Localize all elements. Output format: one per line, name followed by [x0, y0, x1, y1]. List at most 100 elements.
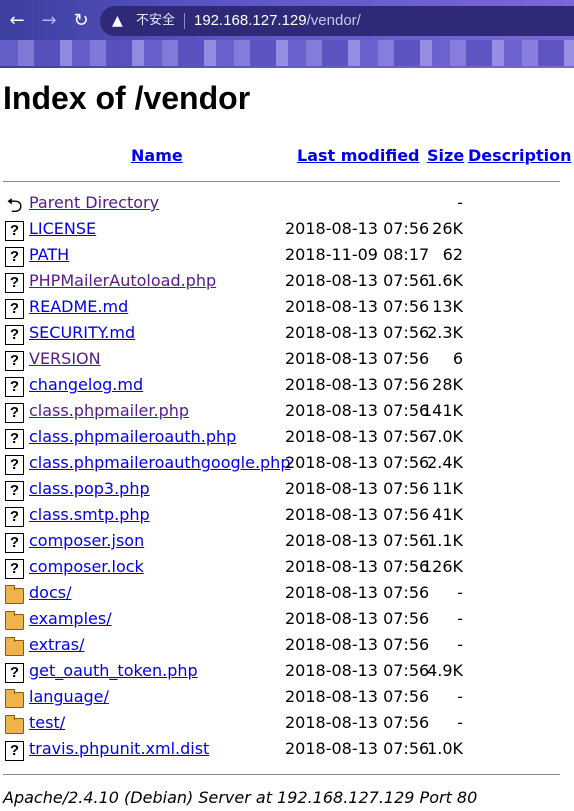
table-row: language/2018-08-13 07:56 - — [0, 686, 574, 712]
file-size: 41K — [432, 505, 463, 524]
folder-icon — [5, 611, 24, 630]
file-link[interactable]: SECURITY.md — [29, 323, 135, 342]
url-host: 192.168.127.129 — [194, 12, 307, 29]
modified-date: 2018-08-13 07:56 — [285, 479, 430, 498]
file-icon: ? — [5, 559, 24, 579]
table-row: test/2018-08-13 07:56 - — [0, 712, 574, 738]
file-link[interactable]: PATH — [29, 245, 69, 264]
table-row: ? composer.json 2018-08-13 07:56 1.1K — [0, 530, 574, 556]
back-icon: ⮌ — [6, 193, 23, 217]
file-link[interactable]: class.pop3.php — [29, 479, 150, 498]
file-link[interactable]: travis.phpunit.xml.dist — [29, 739, 209, 758]
file-icon: ? — [5, 351, 24, 371]
file-size: - — [457, 635, 463, 654]
file-link[interactable]: changelog.md — [29, 375, 143, 394]
folder-icon — [5, 715, 24, 734]
folder-icon — [5, 637, 24, 656]
url-path: /vendor/ — [306, 12, 361, 29]
file-link[interactable]: Parent Directory — [29, 193, 159, 212]
file-size: 7.0K — [427, 427, 463, 446]
modified-date: 2018-08-13 07:56 — [285, 375, 430, 394]
file-link[interactable]: test/ — [29, 713, 65, 732]
file-icon: ? — [5, 507, 24, 527]
file-size: - — [457, 583, 463, 602]
table-row: ⮌ Parent Directory - — [0, 192, 574, 218]
address-bar[interactable]: ▲ 不安全 192.168.127.129/vendor/ — [100, 6, 574, 36]
modified-date: 2018-08-13 07:56 — [285, 739, 430, 758]
file-size: 141K — [421, 401, 463, 420]
forward-arrow-icon[interactable]: → — [36, 9, 62, 33]
file-icon: ? — [5, 221, 24, 241]
file-size: 6 — [452, 349, 463, 368]
file-link[interactable]: README.md — [29, 297, 128, 316]
file-size: - — [457, 713, 463, 732]
table-row: ? travis.phpunit.xml.dist 2018-08-13 07:56… — [0, 738, 574, 764]
url-text[interactable]: 192.168.127.129/vendor/ — [194, 6, 361, 36]
table-row: ? changelog.md 2018-08-13 07:56 28K — [0, 374, 574, 400]
address-divider — [184, 13, 185, 29]
file-link[interactable]: examples/ — [29, 609, 112, 628]
column-header-size[interactable]: Size — [427, 146, 464, 165]
table-row: examples/2018-08-13 07:56 - — [0, 608, 574, 634]
file-link[interactable]: composer.lock — [29, 557, 144, 576]
file-icon: ? — [5, 403, 24, 423]
file-size: 1.6K — [427, 271, 463, 290]
reload-icon[interactable]: ↻ — [68, 9, 94, 33]
file-link[interactable]: class.phpmailer.php — [29, 401, 189, 420]
table-row: ? class.phpmaileroauthgoogle.php 2018-08-1… — [0, 452, 574, 478]
file-link[interactable]: VERSION — [29, 349, 101, 368]
modified-date: 2018-08-13 07:56 — [285, 427, 430, 446]
footer-divider — [3, 774, 560, 775]
file-size: 26K — [432, 219, 463, 238]
modified-date: 2018-08-13 07:56 — [285, 661, 430, 680]
column-header-description[interactable]: Description — [468, 146, 571, 165]
table-row: ? PHPMailerAutoload.php 2018-08-13 07:56 1.… — [0, 270, 574, 296]
browser-toolbar: ← → ↻ ▲ 不安全 192.168.127.129/vendor/ — [0, 0, 574, 68]
file-icon: ? — [5, 299, 24, 319]
table-row: ? LICENSE 2018-08-13 07:56 26K — [0, 218, 574, 244]
bookmarks-bar[interactable] — [0, 40, 574, 66]
file-icon: ? — [5, 481, 24, 501]
file-link[interactable]: language/ — [29, 687, 109, 706]
file-link[interactable]: composer.json — [29, 531, 144, 550]
file-link[interactable]: docs/ — [29, 583, 71, 602]
file-icon: ? — [5, 325, 24, 345]
warning-icon[interactable]: ▲ — [112, 6, 123, 36]
file-size: 2.4K — [427, 453, 463, 472]
file-link[interactable]: extras/ — [29, 635, 84, 654]
file-icon: ? — [5, 741, 24, 761]
modified-date: 2018-08-13 07:56 — [285, 687, 430, 706]
column-header-name[interactable]: Name — [131, 146, 183, 165]
file-size: 4.9K — [427, 661, 463, 680]
file-icon: ? — [5, 533, 24, 553]
table-row: ? README.md 2018-08-13 07:56 13K — [0, 296, 574, 322]
table-row: extras/2018-08-13 07:56 - — [0, 634, 574, 660]
header-divider — [3, 181, 560, 182]
file-size: 126K — [421, 557, 463, 576]
table-row: ? class.phpmaileroauth.php 2018-08-13 07:5… — [0, 426, 574, 452]
modified-date: 2018-08-13 07:56 — [285, 713, 430, 732]
file-link[interactable]: class.phpmaileroauthgoogle.php — [29, 453, 290, 472]
modified-date: 2018-08-13 07:56 — [285, 323, 430, 342]
table-row: ? composer.lock 2018-08-13 07:56 126K — [0, 556, 574, 582]
file-size: 2.3K — [427, 323, 463, 342]
modified-date: 2018-08-13 07:56 — [285, 609, 430, 628]
file-link[interactable]: get_oauth_token.php — [29, 661, 198, 680]
file-size: 1.1K — [427, 531, 463, 550]
file-link[interactable]: PHPMailerAutoload.php — [29, 271, 216, 290]
modified-date: 2018-08-13 07:56 — [285, 219, 430, 238]
file-size: 1.0K — [427, 739, 463, 758]
modified-date: 2018-08-13 07:56 — [285, 531, 430, 550]
file-link[interactable]: LICENSE — [29, 219, 96, 238]
table-row: ? class.smtp.php 2018-08-13 07:56 41K — [0, 504, 574, 530]
file-link[interactable]: class.phpmaileroauth.php — [29, 427, 236, 446]
file-link[interactable]: class.smtp.php — [29, 505, 150, 524]
file-icon: ? — [5, 247, 24, 267]
table-row: docs/2018-08-13 07:56 - — [0, 582, 574, 608]
modified-date: 2018-08-13 07:56 — [285, 349, 430, 368]
file-icon: ? — [5, 429, 24, 449]
security-label[interactable]: 不安全 — [136, 6, 175, 36]
column-header-last-modified[interactable]: Last modified — [297, 146, 420, 165]
file-size: - — [457, 609, 463, 628]
back-arrow-icon[interactable]: ← — [4, 9, 30, 33]
